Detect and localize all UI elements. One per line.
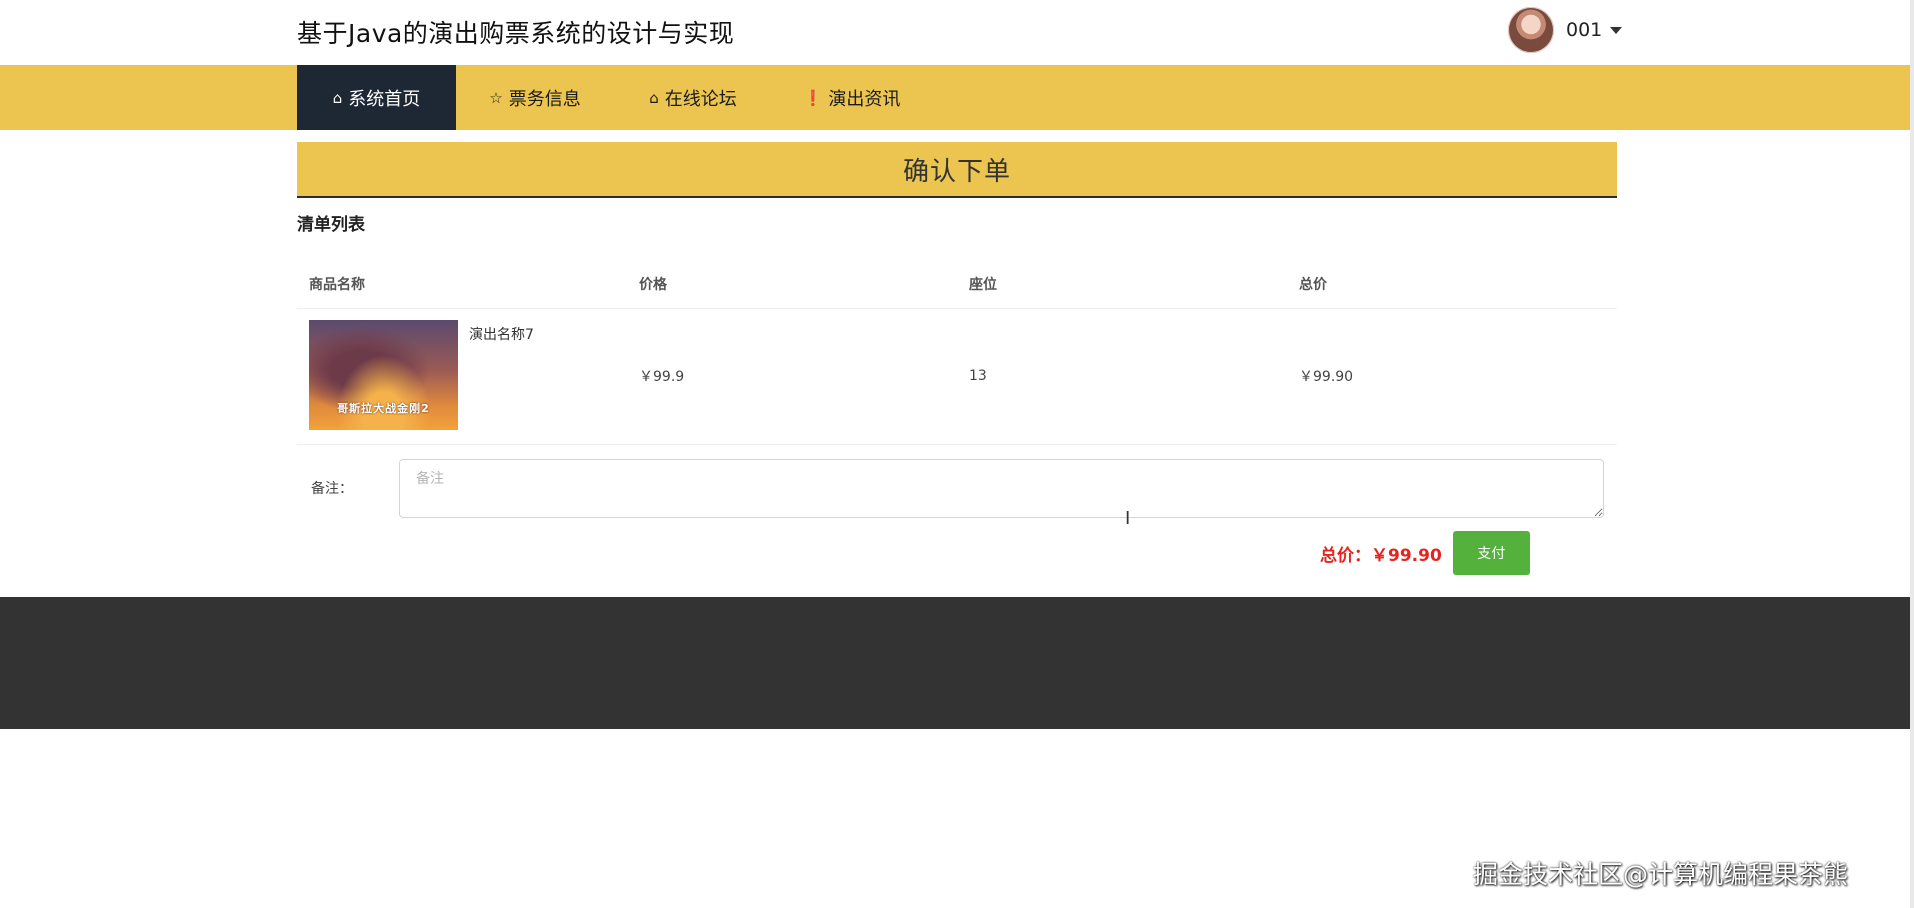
lock-icon: ⌂ bbox=[649, 88, 659, 107]
site-header: 基于Java的演出购票系统的设计与实现 001 bbox=[0, 0, 1914, 64]
scrollbar-track[interactable] bbox=[1910, 0, 1914, 908]
remark-input[interactable] bbox=[399, 459, 1604, 518]
text-cursor-icon: I bbox=[1125, 508, 1131, 529]
nav-item-news[interactable]: ❗ 演出资讯 bbox=[772, 65, 932, 130]
product-name: 演出名称7 bbox=[469, 327, 534, 343]
table-row: 哥斯拉大战金刚2 演出名称7 ￥99.9 13 ￥99.90 bbox=[297, 308, 1617, 445]
username[interactable]: 001 bbox=[1566, 19, 1602, 41]
pay-button[interactable]: 支付 bbox=[1452, 531, 1530, 575]
total-label: 总价： bbox=[1320, 545, 1371, 566]
remark-label: 备注： bbox=[311, 481, 353, 497]
nav-item-label: 系统首页 bbox=[348, 88, 421, 110]
order-summary: 总价： ￥99.90 支付 bbox=[1320, 531, 1530, 575]
product-poster-image[interactable]: 哥斯拉大战金刚2 bbox=[309, 320, 458, 430]
nav-item-forum[interactable]: ⌂ 在线论坛 bbox=[614, 65, 772, 130]
nav-item-home[interactable]: ⌂ 系统首页 bbox=[297, 65, 456, 130]
nav-item-label: 演出资讯 bbox=[828, 88, 901, 110]
nav-item-label: 票务信息 bbox=[508, 88, 581, 110]
nav-item-label: 在线论坛 bbox=[664, 88, 737, 110]
site-title: 基于Java的演出购票系统的设计与实现 bbox=[297, 19, 735, 48]
nav-item-tickets[interactable]: ☆ 票务信息 bbox=[456, 65, 614, 130]
main-nav: ⌂ 系统首页 ☆ 票务信息 ⌂ 在线论坛 ❗ 演出资讯 bbox=[0, 65, 1914, 130]
section-title: 清单列表 bbox=[297, 215, 365, 235]
table-header-row: 商品名称 价格 座位 总价 bbox=[297, 260, 1617, 309]
price-cell: ￥99.9 bbox=[627, 308, 957, 445]
total-value: ￥99.90 bbox=[1371, 545, 1442, 566]
avatar[interactable] bbox=[1508, 7, 1554, 53]
site-footer bbox=[0, 597, 1914, 729]
column-header-price: 价格 bbox=[627, 260, 957, 309]
page-title: 确认下单 bbox=[297, 142, 1617, 198]
seat-cell: 13 bbox=[957, 308, 1287, 445]
user-menu[interactable]: 001 bbox=[1508, 7, 1623, 53]
poster-title: 哥斯拉大战金刚2 bbox=[337, 402, 430, 415]
home-icon: ⌂ bbox=[332, 88, 343, 107]
column-header-seat: 座位 bbox=[957, 260, 1287, 309]
chevron-down-icon[interactable] bbox=[1610, 26, 1623, 34]
product-cell: 哥斯拉大战金刚2 演出名称7 bbox=[297, 308, 627, 445]
order-table: 商品名称 价格 座位 总价 哥斯拉大战金刚2 演出名称7 ￥99.9 13 ￥9… bbox=[297, 260, 1617, 445]
star-icon: ☆ bbox=[489, 88, 503, 107]
info-icon: ❗ bbox=[803, 88, 823, 107]
watermark: 掘金技术社区@计算机编程果茶熊 bbox=[1473, 860, 1849, 889]
total-cell: ￥99.90 bbox=[1287, 308, 1617, 445]
column-header-name: 商品名称 bbox=[297, 260, 627, 309]
column-header-total: 总价 bbox=[1287, 260, 1617, 309]
